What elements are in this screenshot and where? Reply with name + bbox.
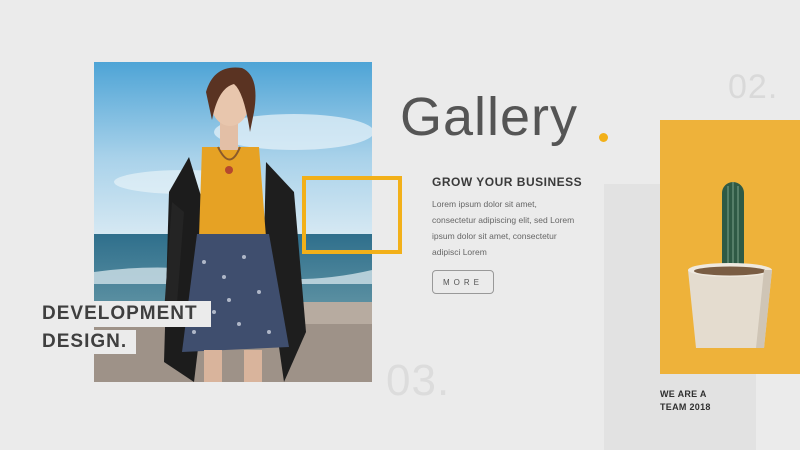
body-line: adipisci Lorem — [432, 247, 487, 257]
potted-cactus-image — [660, 120, 800, 374]
body-line: ipsum dolor sit amet, consectetur — [432, 231, 557, 241]
title-accent-dot — [599, 133, 608, 142]
team-caption-line: TEAM 2018 — [660, 402, 711, 412]
design-label: DESIGN. — [36, 330, 136, 354]
slide-number-03: 03. — [386, 356, 451, 405]
development-label-text: DEVELOPMENT — [42, 303, 198, 324]
more-button[interactable]: MORE — [432, 270, 494, 294]
accent-outline-square — [302, 176, 402, 254]
design-label-text: DESIGN. — [42, 331, 128, 352]
development-label: DEVELOPMENT — [36, 301, 211, 327]
team-caption: WE ARE A TEAM 2018 — [660, 388, 711, 414]
section-subtitle: GROW YOUR BUSINESS — [432, 175, 583, 189]
page-title: Gallery — [400, 87, 579, 147]
slide-number-02: 02. — [728, 68, 779, 106]
gallery-slide: 02. 03. Gallery GROW YOUR BUSINESS Lorem… — [0, 0, 800, 450]
body-line: Lorem ipsum dolor sit amet, — [432, 199, 537, 209]
body-line: consectetur adipiscing elit, sed Lorem — [432, 215, 575, 225]
body-paragraph: Lorem ipsum dolor sit amet, consectetur … — [432, 196, 582, 260]
team-caption-line: WE ARE A — [660, 389, 707, 399]
